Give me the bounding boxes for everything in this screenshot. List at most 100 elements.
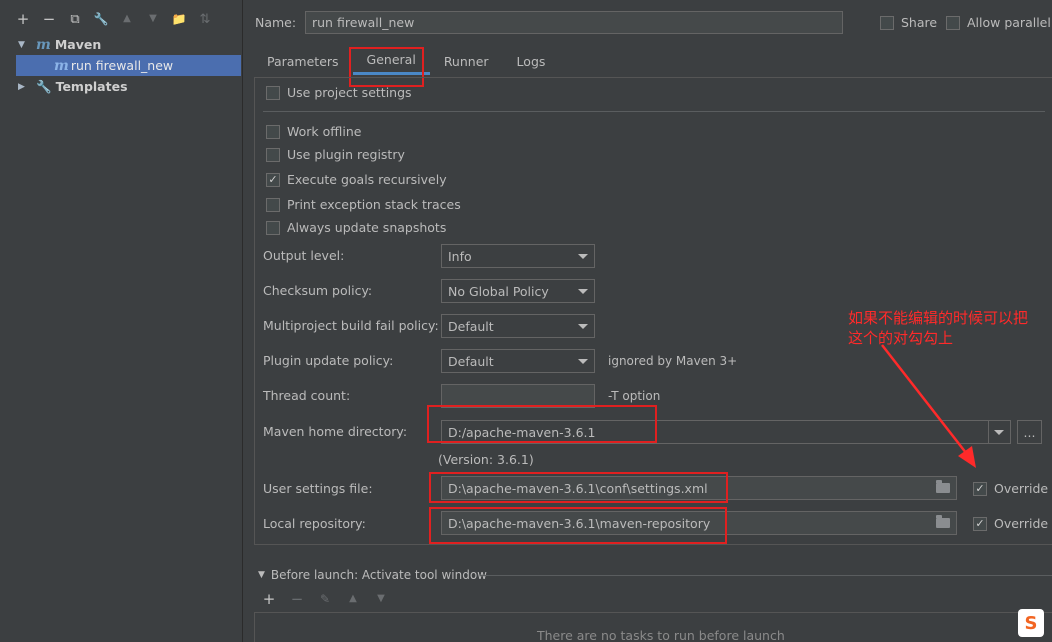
move-down-icon[interactable]: ▼ — [372, 590, 390, 608]
output-level-label: Output level: — [263, 248, 345, 263]
move-down-icon[interactable]: ▼ — [144, 10, 162, 28]
user-settings-override-checkbox[interactable]: ✓ — [973, 481, 987, 496]
tree-node-run-firewall-new[interactable]: m run firewall_new — [16, 55, 241, 76]
name-input[interactable]: run firewall_new — [305, 11, 843, 34]
chevron-down-icon — [994, 429, 1004, 435]
annotation-line: 如果不能编辑的时候可以把 — [848, 309, 1029, 327]
allow-parallel-checkbox-row[interactable]: Allow parallel r — [946, 15, 1052, 30]
folder-icon[interactable] — [936, 515, 950, 528]
plugin-update-policy-label: Plugin update policy: — [263, 353, 394, 368]
chevron-down-icon — [578, 288, 588, 294]
work-offline-label: Work offline — [287, 124, 362, 139]
new-folder-icon[interactable]: 📁 — [170, 10, 188, 28]
always-update-row[interactable]: Always update snapshots — [266, 220, 446, 235]
override-label: Override — [994, 516, 1049, 531]
maven-icon: m — [36, 36, 51, 53]
local-repo-label: Local repository: — [263, 516, 366, 531]
expand-arrow-icon[interactable]: ▼ — [18, 40, 28, 50]
plugin-update-hint: ignored by Maven 3+ — [608, 354, 738, 368]
execute-goals-label: Execute goals recursively — [287, 172, 447, 187]
wrench-icon: 🔧 — [36, 78, 52, 94]
maven-home-browse-button[interactable]: ... — [1017, 420, 1042, 444]
name-label: Name: — [255, 15, 297, 30]
tree-node-maven[interactable]: ▼ m Maven — [0, 34, 241, 55]
always-update-label: Always update snapshots — [287, 220, 447, 235]
maven-home-label: Maven home directory: — [263, 424, 408, 439]
user-settings-override-row[interactable]: ✓ Override — [973, 481, 1048, 496]
separator — [263, 111, 1045, 112]
move-up-icon[interactable]: ▲ — [118, 10, 136, 28]
chevron-down-icon — [578, 253, 588, 259]
before-launch-header[interactable]: ▼ Before launch: Activate tool window — [258, 568, 487, 582]
collapse-arrow-icon[interactable]: ▼ — [258, 570, 265, 580]
print-exception-row[interactable]: Print exception stack traces — [266, 197, 461, 212]
thread-count-label: Thread count: — [263, 388, 351, 403]
checksum-policy-value: No Global Policy — [448, 283, 549, 299]
share-label: Share — [901, 15, 938, 30]
chevron-down-icon — [578, 323, 588, 329]
before-launch-toolbar: + − ✎ ▲ ▼ — [260, 590, 390, 608]
separator — [480, 575, 1052, 576]
multiproject-policy-select[interactable]: Default — [441, 314, 595, 338]
run-config-sidebar: + − ⧉ 🔧 ▲ ▼ 📁 ⇅ ▼ m Maven m run firewall… — [0, 0, 243, 642]
allow-parallel-label: Allow parallel r — [967, 15, 1052, 30]
collapse-arrow-icon[interactable]: ▶ — [18, 82, 28, 92]
add-icon[interactable]: + — [260, 590, 278, 608]
print-exception-checkbox[interactable] — [266, 197, 280, 212]
move-up-icon[interactable]: ▲ — [344, 590, 362, 608]
share-checkbox[interactable] — [880, 15, 894, 30]
use-project-settings-label: Use project settings — [287, 85, 412, 100]
local-repo-override-row[interactable]: ✓ Override — [973, 516, 1048, 531]
local-repo-highlight-box — [429, 507, 727, 544]
output-level-select[interactable]: Info — [441, 244, 595, 268]
plugin-update-policy-value: Default — [448, 353, 494, 369]
run-config-tree: ▼ m Maven m run firewall_new ▶ 🔧 Templat… — [0, 34, 241, 97]
checksum-policy-select[interactable]: No Global Policy — [441, 279, 595, 303]
wrench-icon[interactable]: 🔧 — [92, 10, 110, 28]
output-level-value: Info — [448, 248, 472, 264]
user-settings-label: User settings file: — [263, 481, 373, 496]
annotation-arrow — [881, 344, 976, 468]
override-label: Override — [994, 481, 1049, 496]
plugin-update-policy-select[interactable]: Default — [441, 349, 595, 373]
add-icon[interactable]: + — [14, 10, 32, 28]
maven-icon: m — [54, 57, 69, 74]
always-update-checkbox[interactable] — [266, 220, 280, 235]
sidebar-toolbar: + − ⧉ 🔧 ▲ ▼ 📁 ⇅ — [14, 8, 234, 30]
tree-node-label: run firewall_new — [70, 58, 174, 73]
use-plugin-registry-label: Use plugin registry — [287, 147, 405, 162]
remove-icon[interactable]: − — [288, 590, 306, 608]
before-launch-title: Before launch: Activate tool window — [270, 568, 487, 582]
remove-icon[interactable]: − — [40, 10, 58, 28]
multiproject-policy-value: Default — [448, 318, 494, 334]
use-project-settings-row[interactable]: Use project settings — [266, 85, 412, 100]
before-launch-task-list[interactable]: There are no tasks to run before launch — [254, 612, 1052, 642]
empty-tasks-text: There are no tasks to run before launch — [537, 628, 785, 642]
user-settings-highlight-box — [429, 472, 728, 503]
use-plugin-registry-row[interactable]: Use plugin registry — [266, 147, 405, 162]
sort-icon[interactable]: ⇅ — [196, 10, 214, 28]
work-offline-checkbox[interactable] — [266, 124, 280, 139]
execute-goals-row[interactable]: ✓ Execute goals recursively — [266, 172, 447, 187]
tab-logs[interactable]: Logs — [503, 47, 560, 75]
local-repo-override-checkbox[interactable]: ✓ — [973, 516, 987, 531]
execute-goals-checkbox[interactable]: ✓ — [266, 172, 280, 187]
multiproject-policy-label: Multiproject build fail policy: — [263, 318, 439, 333]
tab-parameters[interactable]: Parameters — [253, 47, 353, 75]
use-project-settings-checkbox[interactable] — [266, 85, 280, 100]
folder-icon[interactable] — [936, 480, 950, 493]
chevron-down-icon — [578, 358, 588, 364]
sogou-ime-icon[interactable]: S — [1018, 609, 1044, 637]
allow-parallel-checkbox[interactable] — [946, 15, 960, 30]
tab-runner[interactable]: Runner — [430, 47, 503, 75]
tree-node-templates[interactable]: ▶ 🔧 Templates — [0, 76, 241, 97]
tree-node-label: Maven — [54, 37, 102, 52]
copy-icon[interactable]: ⧉ — [66, 10, 84, 28]
maven-home-highlight-box — [427, 405, 657, 443]
tree-node-label: Templates — [55, 79, 128, 94]
checksum-policy-label: Checksum policy: — [263, 283, 373, 298]
edit-icon[interactable]: ✎ — [316, 590, 334, 608]
use-plugin-registry-checkbox[interactable] — [266, 147, 280, 162]
work-offline-row[interactable]: Work offline — [266, 124, 361, 139]
share-checkbox-row[interactable]: Share — [880, 15, 937, 30]
